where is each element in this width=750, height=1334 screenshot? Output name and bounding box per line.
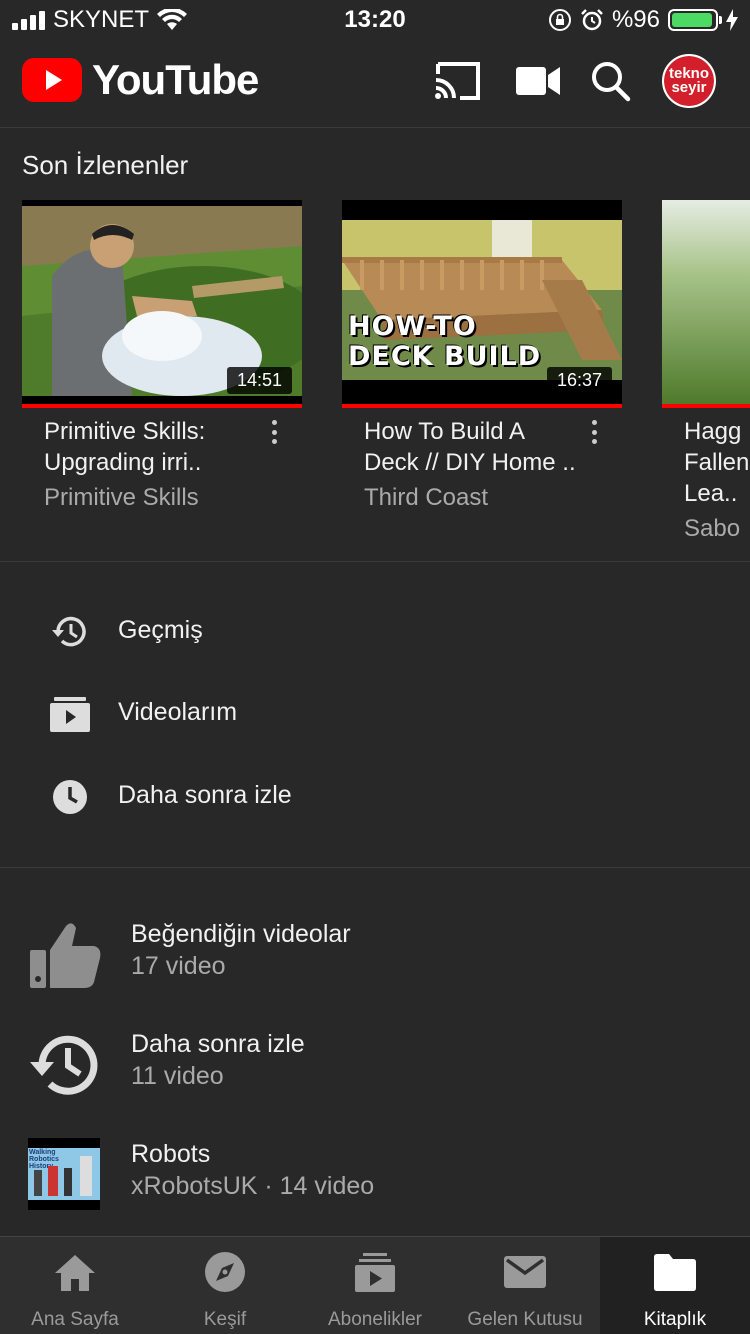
playlist-count: 17 video bbox=[131, 952, 226, 980]
video-thumbnail[interactable]: 14:51 bbox=[22, 200, 302, 404]
more-options-icon[interactable] bbox=[590, 420, 598, 444]
playlist-liked-videos[interactable]: Beğendiğin videolar 17 video bbox=[0, 904, 750, 1004]
battery-icon bbox=[668, 9, 722, 31]
thumbnail-text-line2: DECK BUILD bbox=[348, 341, 542, 372]
home-icon bbox=[55, 1255, 95, 1291]
tab-inbox[interactable]: Gelen Kutusu bbox=[450, 1237, 600, 1334]
menu-label: Geçmiş bbox=[118, 616, 203, 644]
menu-label: Videolarım bbox=[118, 698, 238, 726]
playlist-count: 11 video bbox=[131, 1062, 224, 1090]
recent-videos-carousel[interactable]: 14:51 Primitive Skills: Upgrading irri..… bbox=[22, 200, 750, 545]
playlist-title: Daha sonra izle bbox=[131, 1030, 305, 1058]
menu-item-history[interactable]: Geçmiş bbox=[0, 592, 750, 672]
playlist-title: Beğendiğin videolar bbox=[131, 920, 351, 948]
divider bbox=[0, 867, 750, 868]
watch-progress-bar bbox=[662, 404, 750, 408]
battery-percent: %96 bbox=[611, 6, 660, 33]
video-card[interactable]: Hagg Fallen Lea.. Sabo bbox=[662, 200, 750, 543]
search-icon[interactable] bbox=[588, 60, 636, 102]
my-videos-icon bbox=[50, 697, 90, 732]
recent-section-title: Son İzlenenler bbox=[22, 150, 189, 180]
bottom-navigation: Ana Sayfa Keşif Abonelikler Gelen Kutusu… bbox=[0, 1236, 750, 1334]
video-channel[interactable]: Sabo bbox=[662, 515, 750, 543]
playlist-thumbnail: Walking Robotics History bbox=[28, 1138, 100, 1210]
inbox-icon bbox=[504, 1256, 546, 1288]
watch-later-icon bbox=[30, 1035, 98, 1095]
playlist-title: Robots bbox=[131, 1140, 211, 1168]
menu-item-watch-later[interactable]: Daha sonra izle bbox=[0, 757, 750, 837]
tab-subscriptions[interactable]: Abonelikler bbox=[300, 1237, 450, 1334]
video-card[interactable]: HOW-TO DECK BUILD 16:37 How To Build A D… bbox=[342, 200, 622, 512]
logo-text: YouTube bbox=[92, 56, 259, 103]
divider bbox=[0, 561, 750, 562]
tab-explore[interactable]: Keşif bbox=[150, 1237, 300, 1334]
video-thumbnail[interactable]: HOW-TO DECK BUILD 16:37 bbox=[342, 200, 622, 404]
video-duration: 16:37 bbox=[546, 367, 612, 394]
video-channel[interactable]: Primitive Skills bbox=[22, 484, 302, 512]
more-options-icon[interactable] bbox=[270, 420, 278, 444]
camera-icon[interactable] bbox=[514, 60, 562, 102]
video-title[interactable]: Primitive Skills: Upgrading irri.. bbox=[22, 416, 302, 478]
tab-library[interactable]: Kitaplık bbox=[600, 1237, 750, 1334]
playlist-watch-later[interactable]: Daha sonra izle 11 video bbox=[0, 1014, 750, 1114]
video-title[interactable]: Hagg Fallen Lea.. bbox=[662, 416, 750, 509]
playlist-channel-count: xRobotsUK · 14 video bbox=[131, 1172, 375, 1200]
menu-label: Daha sonra izle bbox=[118, 781, 292, 809]
menu-item-my-videos[interactable]: Videolarım bbox=[0, 674, 750, 754]
status-right: %96 bbox=[548, 6, 738, 34]
tab-label: Abonelikler bbox=[328, 1309, 422, 1330]
video-card[interactable]: 14:51 Primitive Skills: Upgrading irri..… bbox=[22, 200, 302, 512]
charging-icon bbox=[726, 9, 738, 31]
video-duration: 14:51 bbox=[226, 367, 292, 394]
subscriptions-icon bbox=[355, 1253, 395, 1292]
playlist-robots[interactable]: Walking Robotics History Robots xRobotsU… bbox=[0, 1124, 750, 1224]
youtube-logo[interactable]: YouTube bbox=[22, 56, 259, 104]
youtube-play-icon bbox=[22, 58, 82, 102]
video-thumbnail[interactable] bbox=[662, 200, 750, 404]
library-icon bbox=[654, 1254, 696, 1291]
tab-label: Keşif bbox=[203, 1309, 247, 1330]
watch-progress-bar bbox=[22, 404, 302, 408]
thumbnail-text: HOW-TO DECK BUILD bbox=[348, 312, 541, 372]
tab-label: Gelen Kutusu bbox=[467, 1309, 583, 1330]
watch-progress-bar bbox=[342, 404, 622, 408]
tab-label: Ana Sayfa bbox=[31, 1309, 119, 1330]
cast-icon[interactable] bbox=[434, 60, 482, 102]
explore-icon bbox=[205, 1252, 245, 1292]
avatar[interactable]: tekno seyir bbox=[662, 54, 716, 108]
clock-icon bbox=[53, 780, 87, 814]
tab-label: Kitaplık bbox=[643, 1309, 707, 1330]
tab-home[interactable]: Ana Sayfa bbox=[0, 1237, 150, 1334]
rotation-lock-icon bbox=[548, 9, 571, 31]
app-header: YouTube tekno seyir bbox=[0, 40, 750, 128]
video-channel[interactable]: Third Coast bbox=[342, 484, 622, 512]
avatar-text-bottom: seyir bbox=[671, 79, 707, 96]
status-bar: SKYNET 13:20 %96 bbox=[0, 0, 750, 40]
alarm-icon bbox=[581, 9, 603, 31]
thumbnail-text-line1: HOW-TO bbox=[348, 311, 477, 342]
thumbs-up-icon bbox=[30, 923, 101, 988]
history-icon bbox=[52, 616, 86, 647]
video-title[interactable]: How To Build A Deck // DIY Home .. bbox=[342, 416, 622, 478]
